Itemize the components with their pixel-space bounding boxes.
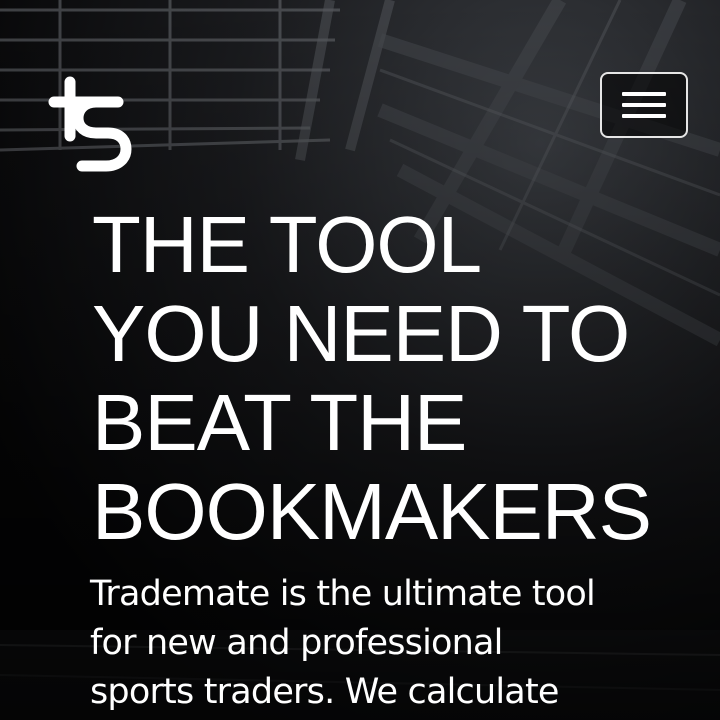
hero-headline-line: YOU NEED TO	[92, 289, 630, 378]
landing-screen: THE TOOL YOU NEED TO BEAT THE BOOKMAKERS…	[0, 0, 720, 720]
hero-headline-line: BEAT THE	[92, 378, 467, 467]
hero-description-line: sports traders. We calculate	[90, 672, 559, 712]
hero-description-line: Tradematе is the ultimate tool	[90, 574, 596, 614]
hamburger-menu-icon-middle-bar	[622, 103, 666, 107]
hamburger-menu-icon	[622, 92, 666, 96]
hero-headline: THE TOOL YOU NEED TO BEAT THE BOOKMAKERS	[92, 200, 712, 556]
hero-description: Tradematе is the ultimate tool for new a…	[90, 570, 710, 717]
hamburger-menu-icon-bottom-bar	[622, 114, 666, 118]
hero-headline-line: THE TOOL	[92, 200, 482, 289]
hamburger-menu-button[interactable]	[600, 72, 688, 138]
hero-description-line: for new and professional	[90, 623, 503, 663]
hero-headline-line: BOOKMAKERS	[92, 467, 652, 556]
ts-monogram-logo-icon[interactable]	[44, 72, 144, 180]
